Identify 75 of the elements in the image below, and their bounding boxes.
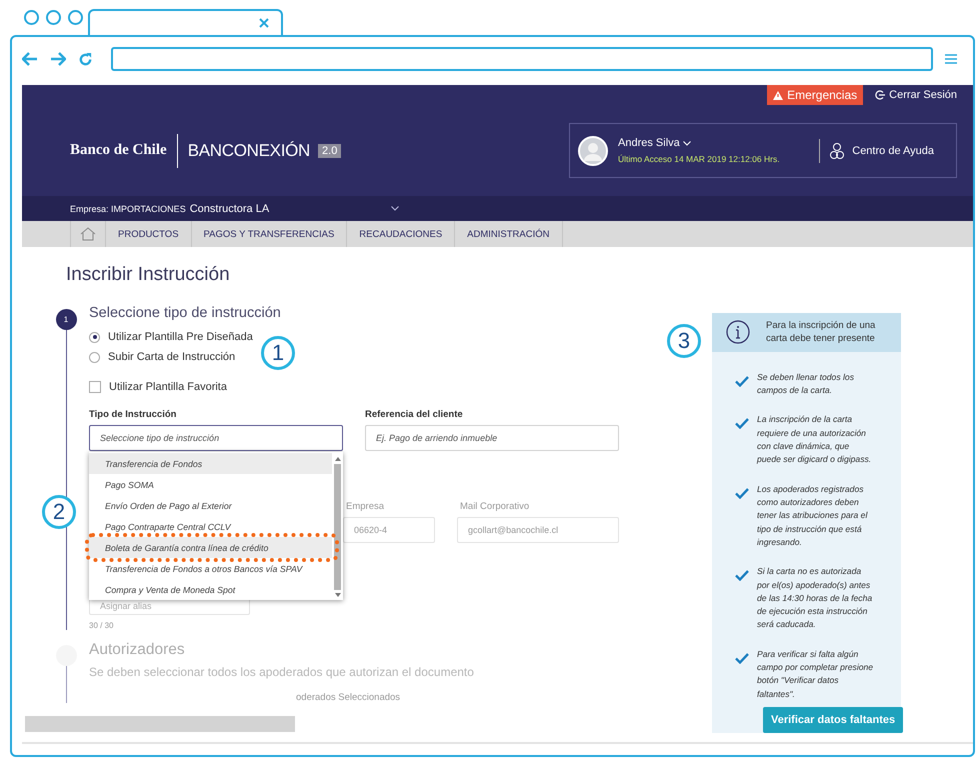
character-counter: 30 / 30 [89, 621, 114, 630]
company-label: Empresa: IMPORTACIONES [70, 204, 186, 214]
dropdown-option[interactable]: Envío Orden de Pago al Exterior [89, 495, 332, 516]
chevron-icon [682, 141, 691, 146]
product-name: BANCONEXIÓN [188, 140, 310, 160]
chevron-icon[interactable] [391, 206, 400, 211]
scroll-up-icon[interactable] [334, 456, 342, 462]
info-text: Si la carta no es autorizada por el(os) apoderado(s) antes de las 14:30 horas de la fecha de ejecución esta instrucción será caducada. [757, 565, 874, 632]
people-icon [830, 142, 844, 160]
nav-tab[interactable]: PAGOS Y TRANSFERENCIAS [192, 221, 348, 247]
check-icon [735, 418, 749, 430]
dropdown-option[interactable]: Transferencia de Fondos a otros Bancos vía SPAV [89, 558, 332, 579]
close-icon[interactable] [259, 18, 269, 28]
check-icon [735, 570, 749, 582]
window-dot [68, 10, 83, 24]
info-icon [726, 320, 750, 344]
dropdown-option[interactable]: Compra y Venta de Moneda Spot [89, 579, 332, 600]
logout-icon [875, 90, 886, 100]
menu-icon[interactable] [945, 53, 957, 65]
avatar-icon [578, 136, 608, 166]
window-dot [46, 10, 61, 24]
step-number: 1 [56, 309, 76, 330]
step-description: Se deben seleccionar todos los apoderados que autorizan el documento [89, 665, 475, 679]
check-icon [735, 376, 749, 387]
field-label: Mail Corporativo [459, 501, 530, 512]
dropdown-option[interactable]: Pago Contraparte Central CCLV [89, 516, 332, 537]
text-field[interactable]: Ej. Pago de arriendo inmueble [365, 425, 619, 451]
forward-icon[interactable] [50, 52, 66, 66]
annotation-number: 2 [42, 495, 76, 529]
version-badge: 2.0 [318, 144, 342, 158]
check-icon [735, 488, 749, 499]
company-selector[interactable]: Constructora LA [190, 202, 270, 214]
annotation-number: 3 [667, 324, 701, 358]
check-icon [735, 652, 749, 664]
logout-link[interactable]: Cerrar Sesión [875, 89, 957, 101]
info-text: Los apoderados registrados como autorizadores deben tener las atribuciones para el tipo de instrucción que está ingresando. [757, 482, 868, 549]
step-title: Autorizadores [89, 641, 186, 659]
field-label: Empresa [345, 501, 386, 512]
radio-option[interactable]: Subir Carta de Instrucción [89, 347, 236, 367]
annotation-number: 1 [261, 336, 295, 370]
info-text: Se deben llenar todos los campos de la carta. [757, 370, 855, 398]
help-link[interactable]: Centro de Ayuda [830, 142, 948, 160]
bank-logo: Banco de Chile [70, 142, 167, 159]
field-label: Tipo de Instrucción [89, 409, 178, 420]
reload-icon[interactable] [78, 52, 93, 66]
page-title: Inscribir Instrucción [66, 263, 230, 286]
select-field[interactable]: Seleccione tipo de instrucción [89, 425, 343, 451]
browser-tab[interactable] [88, 9, 283, 35]
home-icon [80, 227, 96, 241]
last-access-text: Último Acceso 14 MAR 2019 12:12:06 Hrs. [618, 154, 781, 164]
info-text: La inscripción de la carta requiere de una autorización con clave dinámica, que puede ser digicard o digipass. [757, 413, 872, 466]
dropdown-option[interactable]: Transferencia de Fondos [89, 453, 332, 474]
checkbox-option[interactable]: Utilizar Plantilla Favorita [89, 377, 227, 397]
column-label: oderados Seleccionados [295, 692, 402, 703]
address-bar[interactable] [111, 47, 933, 71]
info-title: Para la inscripción de una carta debe tener presente [766, 318, 876, 346]
user-name[interactable]: Andres Silva [618, 137, 810, 149]
info-text: Para verificar si falta algún campo por completar presione botón "Verificar datos faltantes". [757, 648, 874, 701]
nav-tab[interactable]: RECAUDACIONES [347, 221, 456, 247]
radio-option[interactable]: Utilizar Plantilla Pre Diseñada [89, 327, 253, 347]
scroll-down-icon[interactable] [334, 592, 342, 598]
back-icon[interactable] [22, 52, 38, 66]
field-label: Referencia del cliente [365, 409, 464, 420]
warning-icon [773, 90, 784, 100]
nav-tab[interactable]: PRODUCTOS [106, 221, 192, 247]
dropdown-option[interactable]: Pago SOMA [89, 474, 332, 495]
step-marker [56, 645, 76, 666]
window-dot [24, 10, 39, 24]
checkbox[interactable] [89, 381, 101, 393]
nav-tab[interactable]: ADMINISTRACIÓN [455, 221, 563, 247]
step-title: Seleccione tipo de instrucción [89, 305, 282, 321]
emergency-button[interactable]: Emergencias [767, 85, 864, 105]
radio-button[interactable] [89, 352, 100, 362]
radio-button[interactable] [89, 332, 100, 342]
home-tab[interactable] [70, 221, 106, 247]
